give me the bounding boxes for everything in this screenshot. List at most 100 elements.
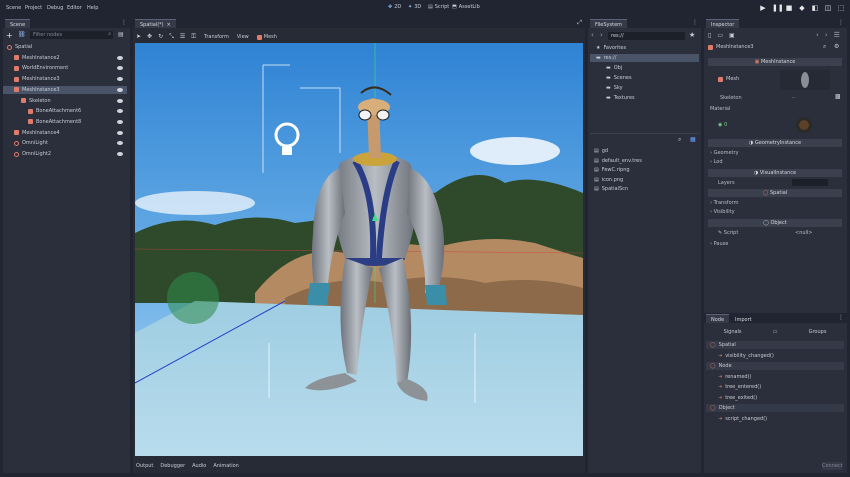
visibility-eye-icon[interactable] (117, 130, 123, 135)
3d-viewport[interactable] (135, 43, 583, 456)
prop-pause[interactable]: › Pause (710, 241, 728, 247)
visibility-eye-icon[interactable] (117, 119, 123, 124)
back-icon[interactable]: ‹ (591, 31, 594, 39)
prop-lod[interactable]: › Lod (710, 159, 723, 165)
prop-geometry[interactable]: › Geometry (710, 150, 739, 156)
save-icon[interactable]: ▣ (729, 32, 735, 39)
tab-import[interactable]: Import (730, 314, 757, 323)
tab-debugger[interactable]: Debugger (160, 463, 185, 469)
prop-visibility[interactable]: › Visibility (710, 209, 735, 215)
kebab-icon[interactable]: ⋮ (121, 19, 127, 26)
visibility-eye-icon[interactable] (117, 66, 123, 71)
scene-node[interactable]: Spatial (3, 43, 127, 51)
mesh-menu[interactable]: Mesh (256, 34, 277, 40)
tab-scene[interactable]: Scene (5, 19, 31, 28)
fs-file[interactable]: ▤ SpatialScn (594, 185, 628, 193)
back-icon[interactable]: ‹ (816, 31, 819, 39)
link-icon[interactable]: ⛓ (18, 31, 26, 38)
signal-class[interactable]: ◯ Object (706, 404, 844, 412)
signal-item[interactable]: ⇥ renamed() (706, 373, 844, 381)
section-object[interactable]: ◯ Object (708, 219, 842, 227)
pause-icon[interactable]: ❚❚ (772, 4, 784, 12)
visibility-eye-icon[interactable] (117, 87, 123, 92)
signal-class[interactable]: ◯ Spatial (706, 341, 844, 349)
signal-class[interactable]: ◯ Node (706, 362, 844, 370)
signals-tab[interactable]: Signals (724, 329, 742, 335)
signal-item[interactable]: ⇥ visibility_changed() (706, 352, 844, 360)
connect-button[interactable]: Connect (822, 462, 843, 470)
menu-project[interactable]: Project (25, 5, 42, 11)
groups-tab[interactable]: Groups (809, 329, 827, 335)
prop-transform[interactable]: › Transform (710, 200, 738, 206)
visibility-eye-icon[interactable] (117, 141, 123, 146)
fs-folder[interactable]: ▬ Textures (590, 94, 699, 102)
grid-view-icon[interactable]: ▦ (690, 136, 696, 143)
filter-nodes-input[interactable]: Filter nodes ⌕ (30, 31, 113, 39)
scene-node[interactable]: Skeleton (3, 97, 127, 105)
menu-debug[interactable]: Debug (47, 5, 63, 11)
fs-file[interactable]: ▤ icon.png (594, 176, 623, 184)
new-resource-icon[interactable]: ▯ (708, 32, 711, 39)
fs-file[interactable]: ▤ FewC.ripng (594, 166, 630, 174)
3d-button[interactable]: ✦ 3D (408, 4, 421, 10)
move-tool-icon[interactable]: ✥ (147, 33, 152, 41)
distraction-free-icon[interactable]: ⤢ (577, 19, 582, 27)
menu-help[interactable]: Help (87, 5, 98, 11)
open-folder-icon[interactable]: ▭ (717, 32, 723, 39)
signal-item[interactable]: ⇥ tree_exited() (706, 394, 844, 402)
fs-folder[interactable]: ▬ Obj (590, 64, 699, 72)
scene-node[interactable]: MeshInstance4 (3, 129, 127, 137)
section-mesh-instance[interactable]: ▣ MeshInstance (708, 58, 842, 66)
2d-button[interactable]: ✥ 2D (388, 4, 401, 10)
section-spatial[interactable]: ◯ Spatial (708, 189, 842, 197)
visibility-eye-icon[interactable] (117, 109, 123, 114)
script-attach-icon[interactable]: ▤ (118, 31, 124, 38)
visibility-eye-icon[interactable] (117, 55, 123, 60)
kebab-icon[interactable]: ⋮ (838, 19, 844, 26)
transform-menu[interactable]: Transform (204, 34, 229, 40)
visibility-eye-icon[interactable] (117, 152, 123, 156)
signal-item[interactable]: ⇥ script_changed() (706, 415, 844, 423)
rotate-tool-icon[interactable]: ↻ (158, 33, 163, 41)
fs-folder[interactable]: ★ Favorites (590, 44, 699, 52)
script-button[interactable]: ▤ Script (428, 4, 449, 10)
debug-options-icon[interactable]: ◫ (824, 4, 832, 12)
signal-item[interactable]: ⇥ tree_entered() (706, 383, 844, 391)
tab-filesystem[interactable]: FileSystem (590, 19, 628, 28)
visibility-eye-icon[interactable] (117, 77, 123, 82)
scale-tool-icon[interactable]: ⤡ (169, 33, 174, 41)
list-select-icon[interactable]: ☰ (180, 33, 185, 41)
kebab-icon[interactable]: ⋮ (692, 19, 698, 26)
view-menu[interactable]: View (237, 34, 249, 40)
script-value[interactable]: <null> (795, 230, 813, 236)
scene-node[interactable]: MeshInstance3 (3, 75, 127, 83)
forward-icon[interactable]: › (600, 31, 603, 39)
fs-file[interactable]: ▤ default_env.tres (594, 157, 642, 165)
stop-icon[interactable]: ■ (785, 4, 793, 12)
history-icon[interactable]: ☰ (834, 31, 840, 39)
play-custom-icon[interactable]: ◧ (811, 4, 819, 12)
section-visual-instance[interactable]: ◑ VisualInstance (708, 169, 842, 177)
scene-node[interactable]: BoneAttachment8 (3, 118, 127, 126)
object-search-icon[interactable]: ⌕ (823, 43, 826, 51)
tab-node[interactable]: Node (706, 314, 730, 323)
play-scene-icon[interactable]: ◆ (798, 4, 806, 12)
path-field[interactable]: res:// (608, 32, 685, 40)
kebab-icon[interactable]: ⋮ (838, 314, 844, 321)
lock-icon[interactable]: ⚿ (191, 33, 196, 41)
mesh-preview[interactable] (780, 70, 830, 90)
add-node-icon[interactable]: + (6, 31, 13, 40)
fs-file[interactable]: ▤ gd (594, 147, 608, 155)
material-preview[interactable] (792, 116, 816, 134)
select-tool-icon[interactable]: ➤ (136, 33, 141, 41)
favorite-star-icon[interactable]: ★ (689, 31, 695, 39)
assetlib-button[interactable]: ⬒ AssetLib (452, 4, 480, 10)
visibility-eye-icon[interactable] (117, 98, 123, 103)
scene-node[interactable]: WorldEnvironment (3, 64, 127, 72)
settings-icon[interactable]: ⬚ (837, 4, 845, 12)
menu-scene[interactable]: Scene (6, 5, 21, 11)
forward-icon[interactable]: › (825, 31, 828, 39)
tab-inspector[interactable]: Inspector (706, 19, 740, 28)
layers-field[interactable] (792, 179, 828, 186)
tab-spatial[interactable]: Spatial(*) × (135, 19, 176, 28)
